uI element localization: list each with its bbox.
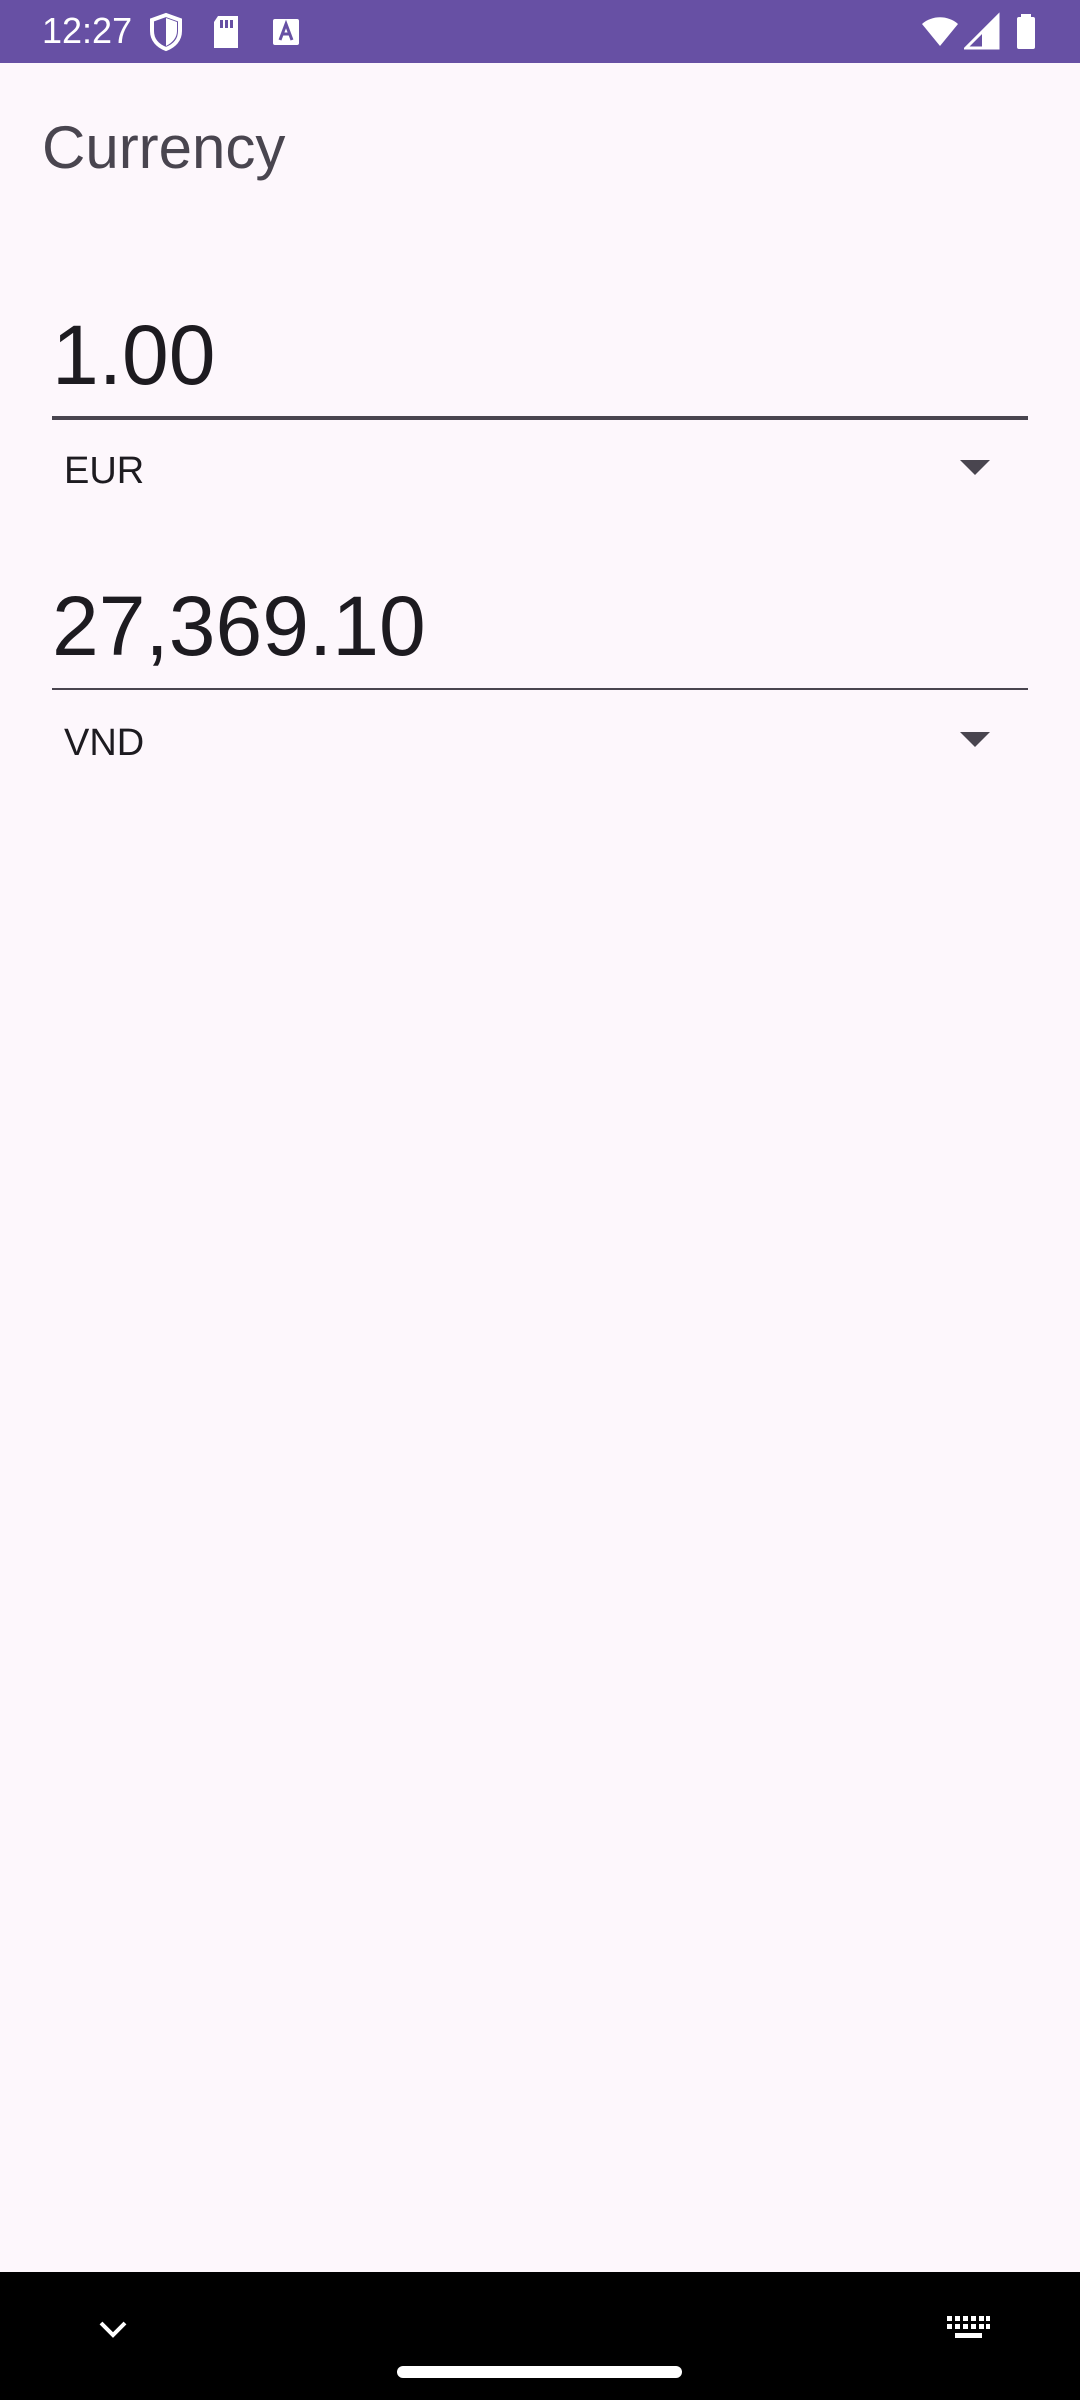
from-amount-underline (52, 416, 1028, 420)
to-amount-underline (52, 688, 1028, 690)
to-amount-input[interactable] (52, 576, 1028, 676)
status-right-icons (920, 12, 1050, 52)
shield-icon (146, 12, 186, 52)
signal-icon (962, 12, 1004, 52)
page-title: Currency (42, 114, 286, 181)
status-bar: 12:27 (0, 0, 1080, 63)
chevron-down-icon[interactable] (96, 2312, 130, 2346)
from-amount-input[interactable] (52, 305, 1028, 405)
navigation-bar (0, 2272, 1080, 2400)
battery-icon (1006, 12, 1046, 52)
from-currency-label: EUR (64, 450, 145, 492)
dropdown-arrow-icon (960, 732, 990, 748)
to-currency-dropdown[interactable]: VND (52, 704, 1028, 784)
dropdown-arrow-icon (960, 460, 990, 476)
from-currency-dropdown[interactable]: EUR (52, 432, 1028, 512)
keyboard-icon[interactable] (945, 2310, 991, 2346)
home-handle[interactable] (397, 2366, 682, 2378)
status-time: 12:27 (42, 10, 133, 51)
wifi-icon (920, 12, 960, 52)
to-currency-label: VND (64, 722, 145, 764)
sd-card-icon (206, 12, 246, 52)
text-icon (266, 12, 306, 52)
